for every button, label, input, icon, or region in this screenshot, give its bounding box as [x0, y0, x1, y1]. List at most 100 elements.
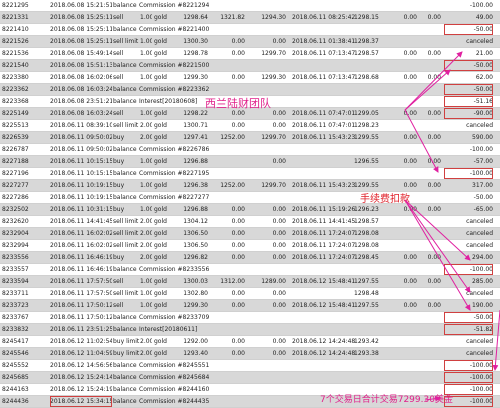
- order-type: sell: [113, 50, 124, 57]
- table-row[interactable]: 8245417 2018.06.12 11:02:54 buy limit 2.00 g…: [0, 336, 500, 348]
- stop-loss: 0.00: [231, 302, 245, 309]
- table-row[interactable]: 8233767 2018.06.11 17:50:12 balance Commiss…: [0, 312, 500, 324]
- commission: [395, 288, 417, 299]
- take-profit: 0.00: [272, 242, 286, 249]
- open-time: 2018.06.08 16:03:24: [50, 86, 112, 93]
- ticket-id: 8226539: [2, 134, 29, 141]
- ticket-id: 8223380: [2, 74, 29, 81]
- close-price: 1298.57: [354, 50, 379, 57]
- open-time: 2018.06.11 17:57:50: [50, 290, 112, 297]
- table-row[interactable]: 8232994 2018.06.11 16:02:02 sell limit 2.00…: [0, 240, 500, 252]
- profit: 285.00: [472, 278, 493, 285]
- open-time: 2018.06.08 15:25:11: [50, 14, 112, 21]
- table-row[interactable]: 8233723 2018.06.11 17:50:12 sell 1.00 gold 12…: [0, 300, 500, 312]
- table-row[interactable]: 8233711 2018.06.11 17:57:50 sell limit 1.00…: [0, 288, 500, 300]
- open-time: 2018.06.08 15:25:11: [50, 38, 112, 45]
- swap: [423, 288, 441, 299]
- commission: 0.00: [403, 302, 417, 309]
- stop-loss: 0.00: [231, 122, 245, 129]
- open-time: 2018.06.11 17:50:12: [50, 314, 112, 321]
- table-row[interactable]: 8226787 2018.06.11 09:50:02 balance Commiss…: [0, 144, 500, 156]
- open-time: 2018.06.11 16:46:19: [50, 254, 112, 261]
- volume: 1.00: [140, 278, 152, 285]
- table-row[interactable]: 8232502 2018.06.11 10:31:15 buy 1.00 gold 129…: [0, 204, 500, 216]
- close-price: 1293.42: [354, 338, 379, 345]
- ticket-id: 8244163: [2, 386, 29, 393]
- table-row[interactable]: 8245685 2018.06.12 15:24:14 balance Commiss…: [0, 372, 500, 384]
- order-type: sell limit: [113, 290, 139, 297]
- ticket-id: 8233711: [2, 290, 29, 297]
- take-profit: 0.00: [272, 122, 286, 129]
- table-row[interactable]: 8221331 2018.06.08 15:25:11 sell 1.00 gold 12…: [0, 12, 500, 24]
- order-type: balance: [113, 326, 137, 333]
- stop-loss: 0.00: [231, 230, 245, 237]
- table-row[interactable]: 8225513 2018.06.11 08:39:10 sell limit 2.00…: [0, 120, 500, 132]
- table-row[interactable]: 8233557 2018.06.11 16:46:19 balance Commiss…: [0, 264, 500, 276]
- take-profit: 1299.70: [261, 134, 286, 141]
- profit: -50.00: [444, 312, 493, 323]
- ticket-id: 8232994: [2, 242, 29, 249]
- order-type: balance: [113, 374, 137, 381]
- close-time: 2018.06.11 01:38:41: [292, 38, 356, 45]
- take-profit: 1299.70: [261, 50, 286, 57]
- close-time: 2018.06.11 17:24:07: [292, 254, 356, 261]
- balance-comment: Commission #8245551: [139, 362, 210, 369]
- take-profit: 0.00: [272, 302, 286, 309]
- open-price: 1298.78: [183, 50, 208, 57]
- order-type: balance: [113, 194, 137, 201]
- close-time: 2018.06.11 15:19:26: [292, 206, 356, 213]
- order-type: buy: [113, 158, 125, 165]
- profit: 590.00: [472, 134, 493, 141]
- open-time: 2018.06.08 15:49:14: [50, 50, 112, 57]
- profit: canceled: [466, 230, 493, 237]
- table-row[interactable]: 8221295 2018.06.08 15:21:51 balance Commiss…: [0, 0, 500, 12]
- close-price: 1298.57: [354, 218, 379, 225]
- volume: 1.00: [140, 14, 152, 21]
- close-time: 2018.06.11 15:43:23: [292, 134, 356, 141]
- table-row[interactable]: 8221536 2018.06.08 15:49:14 sell 1.00 gold 12…: [0, 48, 500, 60]
- close-price: 1296.23: [354, 206, 379, 213]
- table-row[interactable]: 8245546 2018.06.12 11:04:59 buy limit 2.00 g…: [0, 348, 500, 360]
- open-price: 1302.80: [183, 290, 208, 297]
- swap: 0.00: [427, 134, 441, 141]
- ticket-id: 8233557: [2, 266, 29, 273]
- order-type: sell: [113, 74, 124, 81]
- order-type: balance: [113, 362, 137, 369]
- table-row[interactable]: 8233556 2018.06.11 16:46:19 buy 2.00 gold 129…: [0, 252, 500, 264]
- table-row[interactable]: 8245552 2018.06.12 14:56:56 balance Commiss…: [0, 360, 500, 372]
- volume: 2.00: [140, 254, 152, 261]
- ticket-id: 8245546: [2, 350, 29, 357]
- table-row[interactable]: 8233594 2018.06.11 17:57:50 sell 1.00 gold 13…: [0, 276, 500, 288]
- table-row[interactable]: 8227277 2018.06.11 10:19:15 buy 1.00 gold 129…: [0, 180, 500, 192]
- table-row[interactable]: 8221526 2018.06.08 15:25:11 sell limit 1.00…: [0, 36, 500, 48]
- volume: 2.00: [140, 338, 152, 345]
- table-row[interactable]: 8223380 2018.06.08 16:02:06 sell 1.00 gold 12…: [0, 72, 500, 84]
- order-type: balance: [113, 386, 137, 393]
- table-row[interactable]: 8221410 2018.06.08 15:25:11 balance Commiss…: [0, 24, 500, 36]
- table-row[interactable]: 8232620 2018.06.11 14:41:45 sell limit 2.00…: [0, 216, 500, 228]
- ticket-id: 8245552: [2, 362, 29, 369]
- balance-comment: Commission #8227195: [139, 170, 210, 177]
- open-time: 2018.06.08 15:51:13: [50, 62, 112, 69]
- table-row[interactable]: 8221540 2018.06.08 15:51:13 balance Commiss…: [0, 60, 500, 72]
- table-row[interactable]: 8232904 2018.06.11 16:02:02 sell limit 2.00…: [0, 228, 500, 240]
- balance-comment: Commission #8221400: [139, 26, 210, 33]
- close-price: 1298.15: [354, 14, 379, 21]
- table-row[interactable]: 8226539 2018.06.11 09:50:02 buy 2.00 gold 129…: [0, 132, 500, 144]
- open-time: 2018.06.11 08:39:10: [50, 122, 112, 129]
- table-row[interactable]: 8227188 2018.06.11 10:15:15 buy 1.00 gold 129…: [0, 156, 500, 168]
- table-row[interactable]: 8227196 2018.06.11 10:15:15 balance Commiss…: [0, 168, 500, 180]
- total-annotation: 7个交易日合计交易7299.30美金: [320, 395, 453, 405]
- close-price: 1297.55: [354, 278, 379, 285]
- order-type: balance: [113, 86, 137, 93]
- table-row[interactable]: 8233832 2018.06.11 23:51:25 balance Interes…: [0, 324, 500, 336]
- commission: [395, 240, 417, 251]
- order-type: balance: [113, 146, 137, 153]
- profit: -100.00: [444, 168, 493, 179]
- volume: 1.00: [140, 74, 152, 81]
- close-price: 1298.08: [354, 242, 379, 249]
- close-time: 2018.06.11 14:41:45: [292, 218, 356, 225]
- table-row[interactable]: 8227286 2018.06.11 10:19:15 balance Commiss…: [0, 192, 500, 204]
- order-type: buy limit: [113, 350, 140, 357]
- close-price: 1296.55: [354, 158, 379, 165]
